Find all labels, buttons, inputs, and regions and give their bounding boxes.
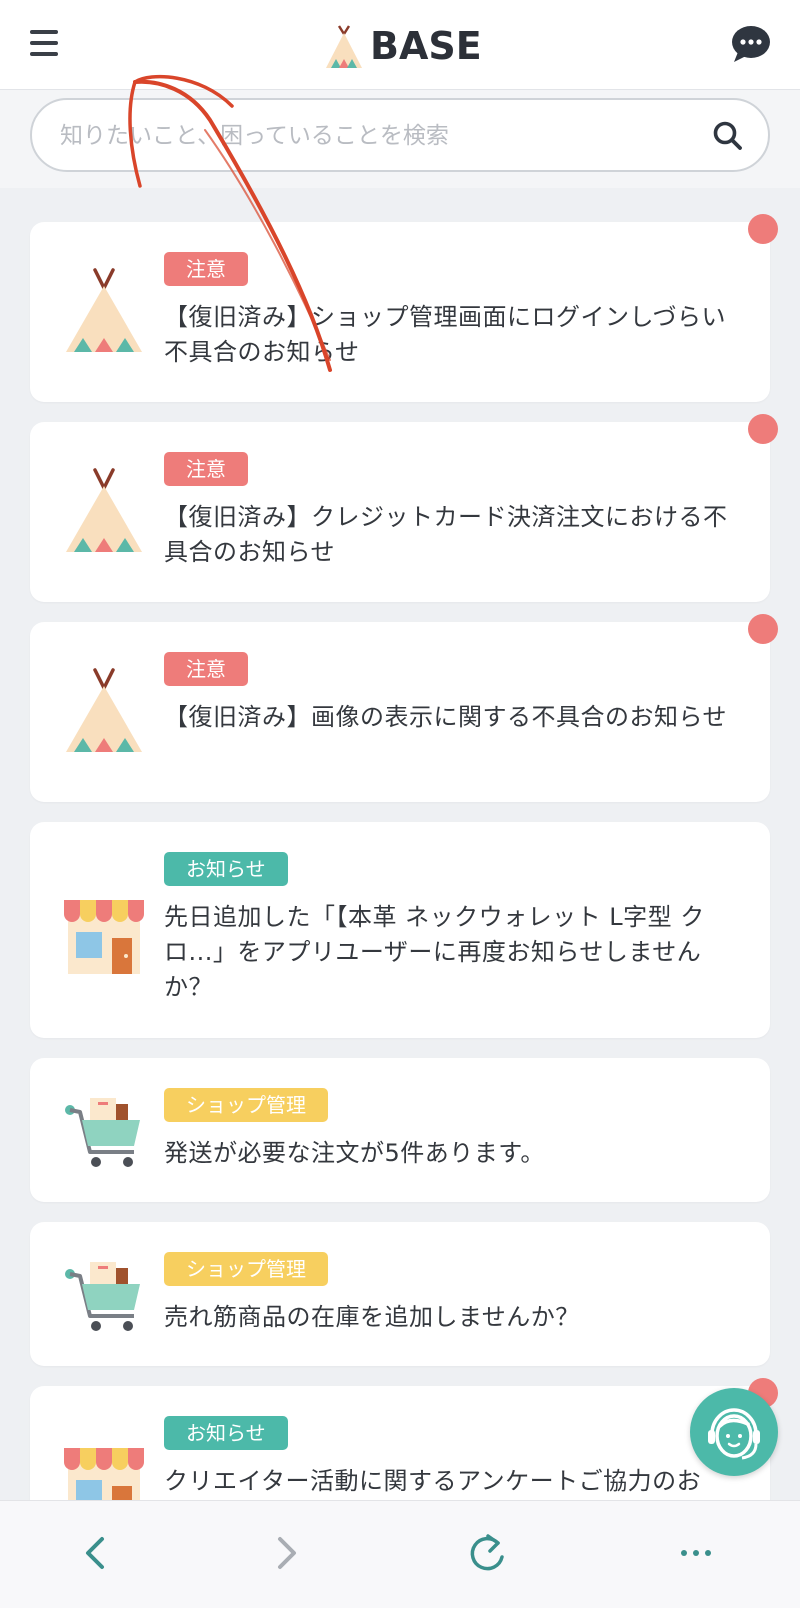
search-icon[interactable]	[712, 120, 744, 152]
search-box[interactable]	[30, 98, 770, 172]
unread-dot	[748, 414, 778, 444]
tag-info: お知らせ	[164, 1416, 288, 1450]
notice-card[interactable]: 注意 【復旧済み】ショップ管理画面にログインしづらい不具合のお知らせ	[30, 222, 770, 402]
support-chat-button[interactable]	[690, 1388, 778, 1476]
more-dots-icon[interactable]	[674, 1531, 718, 1575]
notice-card[interactable]: ショップ管理 発送が必要な注文が5件あります。	[30, 1058, 770, 1202]
cart-icon	[65, 1098, 140, 1167]
back-arrow-icon[interactable]	[74, 1531, 118, 1575]
cart-icon	[65, 1262, 140, 1331]
tag-warning: 注意	[164, 452, 248, 486]
chat-bubble-icon[interactable]	[730, 24, 772, 64]
tent-icon	[66, 468, 142, 552]
tag-shop-management: ショップ管理	[164, 1088, 328, 1122]
card-title: 【復旧済み】画像の表示に関する不具合のお知らせ	[164, 703, 728, 731]
card-title: 先日追加した「【本革 ネックウォレット L字型 クロ...」をアプリユーザーに再…	[164, 903, 705, 1001]
browser-toolbar	[0, 1500, 800, 1608]
tent-logo-icon	[326, 25, 362, 68]
card-title: 【復旧済み】クレジットカード決済注文における不具合のお知らせ	[164, 503, 728, 566]
search-input[interactable]	[60, 118, 680, 154]
support-agent-icon	[708, 1408, 760, 1460]
unread-dot	[748, 214, 778, 244]
reload-icon[interactable]	[466, 1531, 510, 1575]
tent-icon	[66, 668, 142, 752]
base-logo[interactable]: BASE	[322, 18, 482, 74]
app-header: BASE	[0, 0, 800, 90]
card-title: 【復旧済み】ショップ管理画面にログインしづらい不具合のお知らせ	[164, 303, 727, 366]
search-area	[0, 90, 800, 188]
tag-shop-management: ショップ管理	[164, 1252, 328, 1286]
card-title: 発送が必要な注文が5件あります。	[164, 1139, 545, 1167]
forward-arrow-icon[interactable]	[264, 1531, 308, 1575]
hamburger-menu-icon[interactable]	[28, 26, 68, 62]
tag-warning: 注意	[164, 252, 248, 286]
tag-warning: 注意	[164, 652, 248, 686]
notice-card[interactable]: 注意 【復旧済み】画像の表示に関する不具合のお知らせ	[30, 622, 770, 802]
card-title: クリエイター活動に関するアンケートご協力のお	[164, 1467, 702, 1495]
tag-info: お知らせ	[164, 852, 288, 886]
logo-text: BASE	[370, 24, 482, 68]
notice-card[interactable]: 注意 【復旧済み】クレジットカード決済注文における不具合のお知らせ	[30, 422, 770, 602]
notice-card[interactable]: ショップ管理 売れ筋商品の在庫を追加しませんか？	[30, 1222, 770, 1366]
tent-icon	[66, 268, 142, 352]
card-title: 売れ筋商品の在庫を追加しませんか？	[164, 1303, 580, 1331]
unread-dot	[748, 614, 778, 644]
notice-card[interactable]: お知らせ 先日追加した「【本革 ネックウォレット L字型 クロ...」をアプリユ…	[30, 822, 770, 1038]
store-icon	[64, 900, 144, 974]
